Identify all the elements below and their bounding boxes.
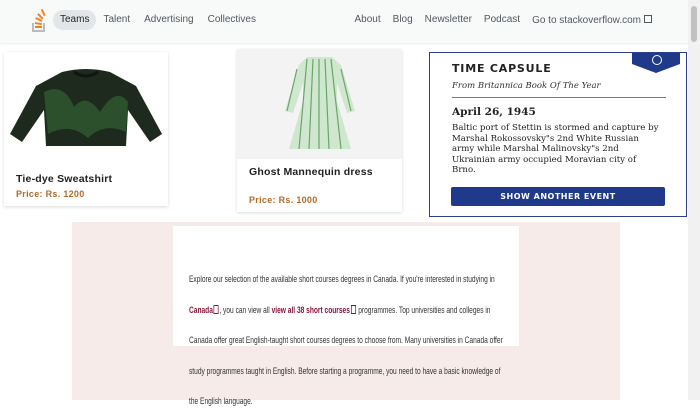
nav-teams[interactable]: Teams <box>53 10 97 30</box>
product-price: Price: Rs. 1000 <box>249 195 318 205</box>
page-scrollbar[interactable] <box>688 0 700 400</box>
product-card-dress[interactable]: Ghost Mannequin dress Price: Rs. 1000 <box>237 49 402 212</box>
product-title[interactable]: Tie-dye Sweatshirt <box>16 173 112 186</box>
scrollbar-thumb[interactable] <box>691 6 697 42</box>
nav-about[interactable]: About <box>349 10 387 31</box>
view-all-courses-link[interactable]: view all 38 short courses <box>272 305 350 315</box>
dress-image <box>285 57 355 150</box>
product-image-sweatshirt <box>4 52 168 164</box>
time-capsule-widget: TIME CAPSULE From Britannica Book Of The… <box>429 52 687 217</box>
courses-description: Explore our selection of the available s… <box>189 264 506 417</box>
product-price: Price: Rs. 1200 <box>16 189 85 199</box>
external-link-icon <box>213 304 219 314</box>
nav-podcast[interactable]: Podcast <box>478 10 526 31</box>
external-link-icon <box>350 304 356 314</box>
top-navigation: Teams Talent Advertising Collectives Abo… <box>0 0 700 43</box>
nav-advertising[interactable]: Advertising <box>137 10 200 30</box>
sweatshirt-image <box>10 69 162 146</box>
time-capsule-subtitle: From Britannica Book Of The Year <box>452 81 601 91</box>
nav-left: Teams Talent Advertising Collectives <box>53 10 263 30</box>
nav-blog[interactable]: Blog <box>387 10 419 31</box>
courses-text-3: programmes. Top universities and college… <box>189 304 503 407</box>
product-title[interactable]: Ghost Mannequin dress <box>249 166 379 179</box>
nav-right: About Blog Newsletter Podcast Go to stac… <box>349 10 658 31</box>
stackoverflow-logo-icon[interactable] <box>31 7 47 33</box>
show-another-event-button[interactable]: SHOW ANOTHER EVENT <box>451 187 665 206</box>
product-image-dress <box>237 49 402 159</box>
time-capsule-title: TIME CAPSULE <box>452 62 552 75</box>
product-card-sweatshirt[interactable]: Tie-dye Sweatshirt Price: Rs. 1200 <box>4 52 168 206</box>
nav-talent[interactable]: Talent <box>96 10 137 30</box>
time-capsule-date: April 26, 1945 <box>452 106 536 118</box>
nav-go-to-label: Go to stackoverflow.com <box>532 15 641 26</box>
courses-text-2: , you can view all <box>219 304 272 315</box>
canada-link[interactable]: Canada <box>189 305 213 315</box>
nav-go-to-stackoverflow[interactable]: Go to stackoverflow.com <box>526 10 658 31</box>
time-capsule-divider <box>452 97 666 98</box>
nav-newsletter[interactable]: Newsletter <box>419 10 478 31</box>
nav-collectives[interactable]: Collectives <box>201 10 263 30</box>
external-link-icon <box>644 15 652 23</box>
time-capsule-event-text: Baltic port of Stettin is stormed and ca… <box>452 123 659 175</box>
history-icon <box>652 55 662 65</box>
courses-text-1: Explore our selection of the available s… <box>189 274 495 284</box>
